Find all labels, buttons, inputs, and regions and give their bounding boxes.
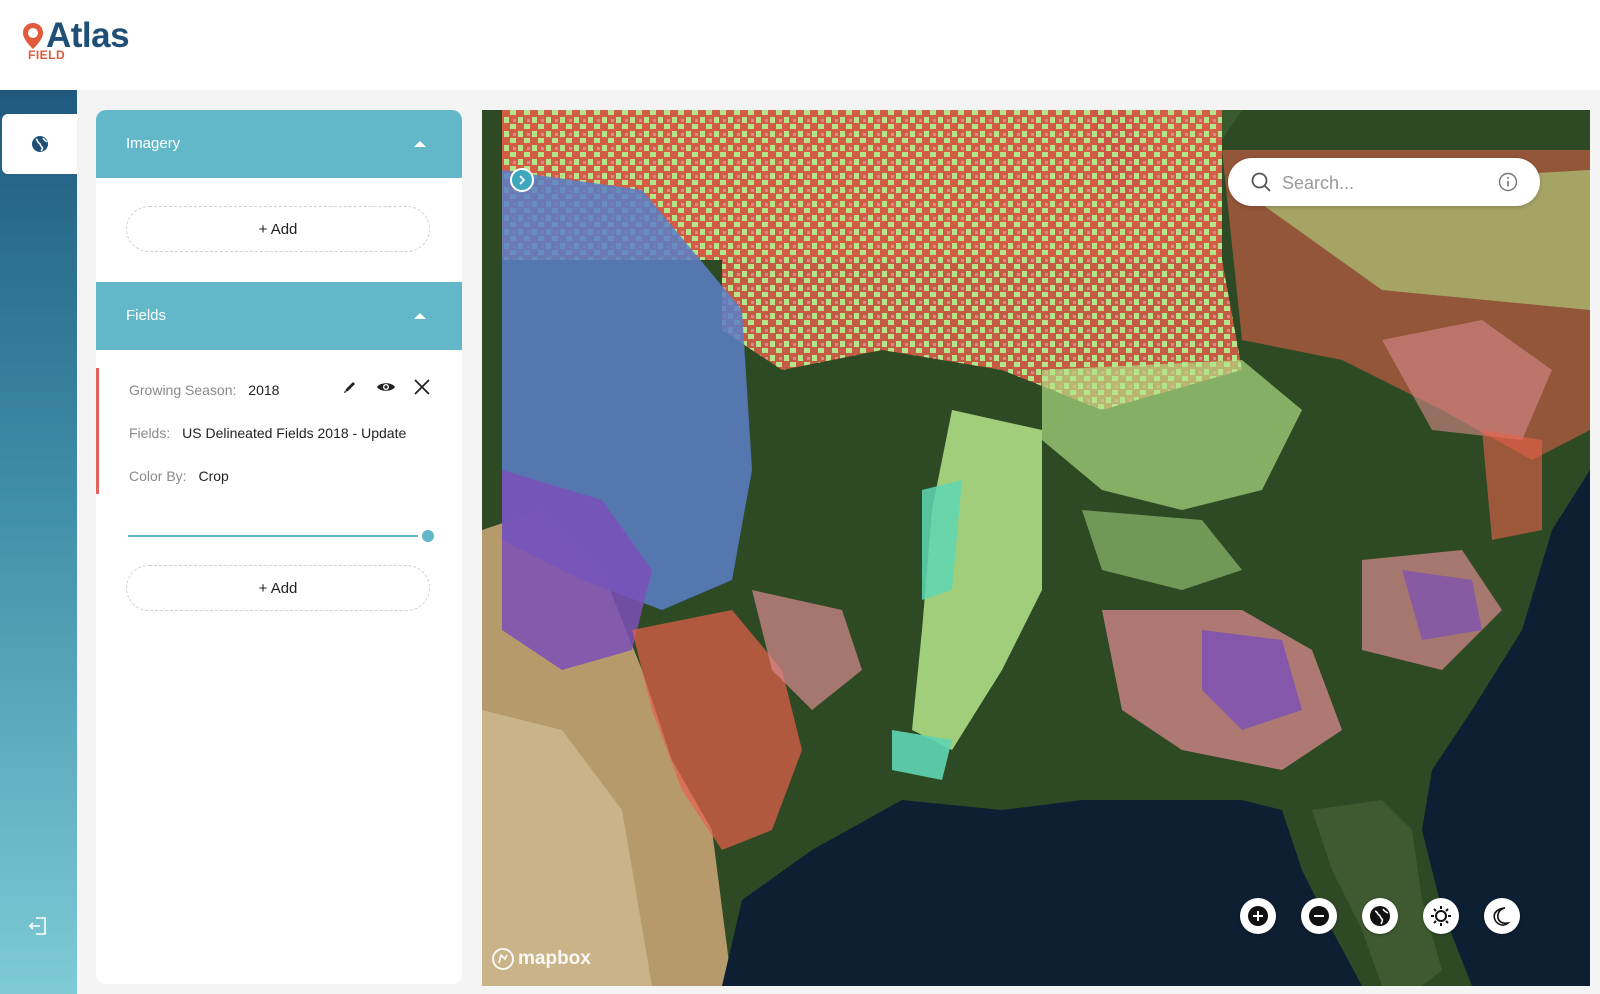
mapbox-logo-icon: [492, 948, 514, 970]
remove-layer-button[interactable]: [410, 376, 434, 398]
map-controls: [1240, 898, 1520, 934]
fields-row: Fields: US Delineated Fields 2018 - Upda…: [129, 424, 406, 442]
layers-panel: Imagery + Add Fields Growing Season: 201…: [96, 110, 462, 984]
atlas-logo[interactable]: Atlas FIELD: [22, 16, 142, 66]
zoom-in-button[interactable]: [1240, 898, 1276, 934]
sun-icon: [1431, 906, 1451, 926]
moon-icon: [1493, 907, 1511, 926]
imagery-section-title: Imagery: [126, 135, 181, 152]
imagery-section-header[interactable]: Imagery: [96, 110, 462, 178]
logo-subtext: FIELD: [28, 48, 66, 62]
opacity-slider-thumb[interactable]: [422, 530, 434, 542]
growing-season-row: Growing Season: 2018: [129, 381, 279, 399]
add-imagery-button[interactable]: + Add: [126, 206, 430, 252]
toggle-visibility-button[interactable]: [374, 376, 398, 398]
crop-field-overlay: [502, 110, 1590, 850]
layer-tools: [338, 376, 434, 398]
dark-mode-button[interactable]: [1484, 898, 1520, 934]
minus-icon: [1309, 906, 1329, 926]
growing-season-label: Growing Season:: [129, 382, 237, 398]
eye-icon: [377, 383, 395, 391]
info-icon[interactable]: [1498, 172, 1518, 192]
caret-up-icon[interactable]: [414, 313, 426, 319]
color-by-value: Crop: [198, 468, 229, 484]
plus-icon: [1248, 906, 1268, 926]
nav-item-map[interactable]: [2, 114, 77, 174]
globe-icon: [31, 136, 48, 152]
mapbox-attribution[interactable]: mapbox: [492, 948, 591, 970]
chevron-right-icon: [519, 175, 526, 185]
color-by-label: Color By:: [129, 468, 187, 484]
growing-season-value: 2018: [248, 382, 280, 398]
logout-icon: [28, 917, 46, 935]
search-bar: [1228, 158, 1540, 206]
mapbox-attribution-text: mapbox: [518, 948, 591, 969]
pencil-icon: [344, 382, 355, 393]
field-layer-card: Growing Season: 2018 Fields: US Delineat…: [96, 368, 462, 494]
light-mode-button[interactable]: [1423, 898, 1459, 934]
globe-icon: [1370, 906, 1390, 926]
search-input[interactable]: [1280, 170, 1484, 196]
app-header: Atlas FIELD: [0, 0, 1600, 90]
zoom-out-button[interactable]: [1301, 898, 1337, 934]
left-nav-rail: [0, 90, 77, 994]
add-fields-button[interactable]: + Add: [126, 565, 430, 611]
fields-section-header[interactable]: Fields: [96, 282, 462, 350]
edit-layer-button[interactable]: [338, 376, 362, 398]
color-by-row: Color By: Crop: [129, 467, 229, 485]
caret-up-icon[interactable]: [414, 141, 426, 147]
search-icon: [1251, 172, 1271, 192]
panel-collapse-button[interactable]: [510, 168, 534, 192]
map-canvas[interactable]: mapbox: [482, 110, 1590, 986]
logout-button[interactable]: [24, 912, 52, 940]
opacity-slider-track[interactable]: [128, 535, 418, 537]
fields-label: Fields:: [129, 425, 171, 441]
globe-view-button[interactable]: [1362, 898, 1398, 934]
fields-section-title: Fields: [126, 307, 167, 324]
location-pin-icon: [23, 23, 43, 49]
fields-value: US Delineated Fields 2018 - Update: [182, 425, 407, 441]
close-icon: [414, 379, 430, 395]
